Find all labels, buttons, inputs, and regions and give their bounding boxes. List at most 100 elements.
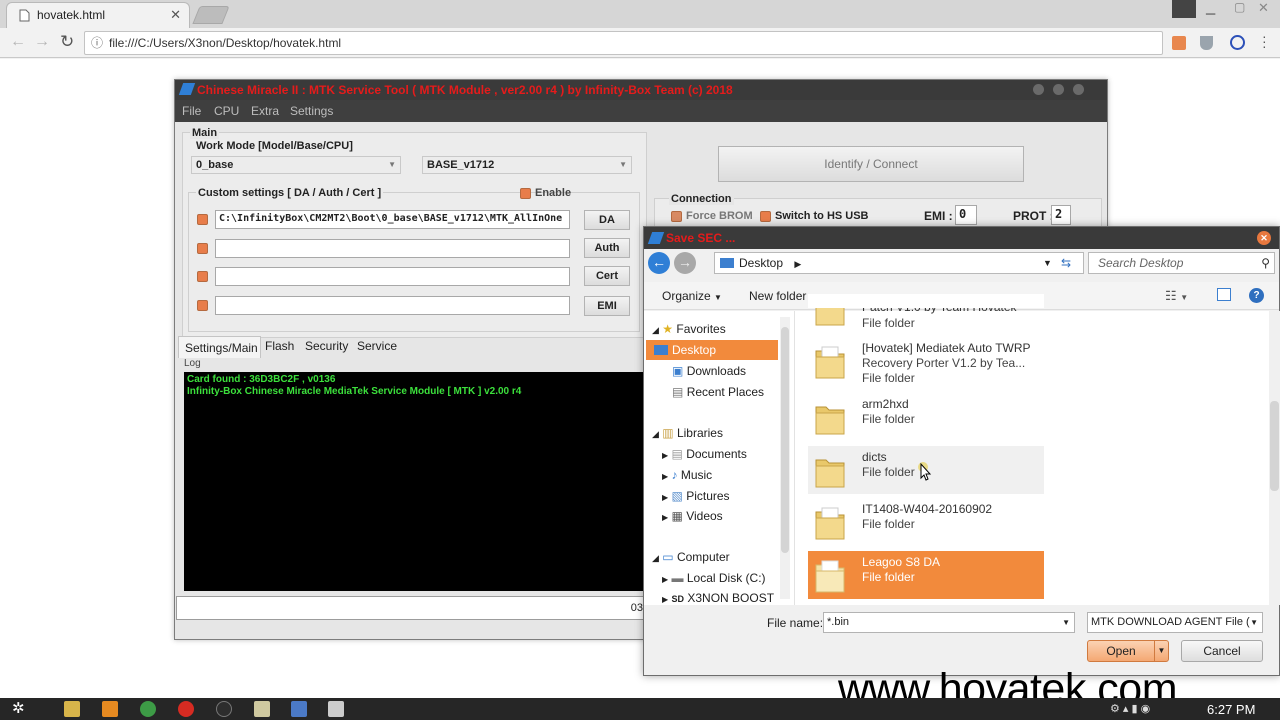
auth-button[interactable]: Auth: [584, 238, 630, 258]
tab-settings-main[interactable]: Settings/Main: [178, 336, 261, 358]
file-item[interactable]: IT1408-W404-20160902 File folder: [808, 498, 1044, 546]
organize-button[interactable]: Organize ▼: [662, 289, 722, 303]
nav-local-disk[interactable]: ▶ ▬ Local Disk (C:): [662, 568, 766, 588]
file-name-input[interactable]: *.bin ▼: [823, 612, 1075, 633]
nav-scroll-thumb[interactable]: [781, 327, 789, 553]
app-close-icon[interactable]: [1073, 84, 1084, 95]
nav-recent[interactable]: ▤ Recent Places: [672, 382, 764, 402]
nav-scrollbar[interactable]: [780, 317, 790, 599]
open-button[interactable]: Open ▼: [1087, 640, 1169, 662]
close-window-icon[interactable]: ✕: [1258, 0, 1269, 16]
emi-checkbox[interactable]: [197, 300, 208, 311]
chevron-right-icon: ▶: [662, 595, 669, 604]
da-path-input[interactable]: C:\InfinityBox\CM2MT2\Boot\0_base\BASE_v…: [215, 210, 570, 229]
nav-pictures-label: Pictures: [686, 489, 730, 503]
cert-path-input[interactable]: [215, 267, 570, 286]
help-icon[interactable]: ?: [1249, 288, 1264, 303]
menu-extra[interactable]: Extra: [251, 100, 279, 122]
enable-checkbox[interactable]: [520, 188, 531, 199]
dialog-close-icon[interactable]: ✕: [1257, 231, 1271, 245]
extension-icon[interactable]: [1172, 36, 1186, 50]
menu-file[interactable]: File: [182, 100, 201, 122]
nav-desktop[interactable]: Desktop: [646, 340, 778, 360]
app-minimize-icon[interactable]: [1033, 84, 1044, 95]
da-button[interactable]: DA: [584, 210, 630, 230]
cert-checkbox[interactable]: [197, 271, 208, 282]
nav-music[interactable]: ▶ ♪ Music: [662, 465, 712, 485]
file-item-hover[interactable]: dicts File folder: [808, 446, 1044, 494]
nav-libraries[interactable]: ◢ ▥ Libraries: [652, 423, 723, 443]
file-item[interactable]: [Hovatek] Mediatek Auto TWRP Recovery Po…: [808, 337, 1044, 389]
media-player-icon[interactable]: [102, 701, 118, 717]
tab-security[interactable]: Security: [305, 339, 348, 353]
file-type-select[interactable]: MTK DOWNLOAD AGENT File ( ▼: [1087, 612, 1263, 633]
tray-icons[interactable]: ⚙ ▴ ▮ ◉: [1110, 702, 1150, 715]
preview-pane-icon[interactable]: [1217, 288, 1231, 301]
emi-spin-input[interactable]: 0: [955, 205, 977, 225]
nav-downloads[interactable]: ▣ Downloads: [672, 361, 746, 381]
organize-label: Organize: [662, 289, 711, 303]
chevron-down-icon[interactable]: ▼: [1154, 641, 1168, 661]
browser-tab[interactable]: hovatek.html ✕: [6, 2, 190, 28]
location-bar[interactable]: Desktop ▶ ▼ ⇆: [714, 252, 1084, 274]
nav-videos[interactable]: ▶ ▦ Videos: [662, 506, 723, 526]
dialog-back-icon[interactable]: ←: [648, 252, 670, 274]
app2-icon[interactable]: [291, 701, 307, 717]
dialog-forward-icon[interactable]: →: [674, 252, 696, 274]
base-combo[interactable]: BASE_v1712 ▼: [422, 156, 632, 174]
file-item-selected[interactable]: Leagoo S8 DA File folder: [808, 551, 1044, 599]
notepad-icon[interactable]: [254, 701, 270, 717]
identify-connect-button[interactable]: Identify / Connect: [718, 146, 1024, 182]
refresh-icon[interactable]: ⇆: [1061, 253, 1071, 273]
shield-extension-icon[interactable]: [1200, 36, 1213, 50]
file-item[interactable]: arm2hxd File folder: [808, 393, 1044, 441]
nav-favorites[interactable]: ◢ ★ Favorites: [652, 319, 726, 339]
file-name-line2: Recovery Porter V1.2 by Tea...: [862, 356, 1026, 370]
address-bar[interactable]: ⓘ file:///C:/Users/X3non/Desktop/hovatek…: [84, 31, 1163, 55]
chevron-down-icon[interactable]: ▼: [1043, 253, 1052, 273]
maximize-icon[interactable]: ▢: [1234, 0, 1245, 14]
menu-cpu[interactable]: CPU: [214, 100, 239, 122]
nav-x3non[interactable]: ▶ SD X3NON BOOST: [662, 588, 774, 605]
forward-icon[interactable]: →: [34, 33, 50, 51]
file-scroll-thumb[interactable]: [1270, 401, 1279, 491]
emi-button[interactable]: EMI: [584, 296, 630, 316]
nav-pictures[interactable]: ▶ ▧ Pictures: [662, 486, 730, 506]
force-brom-checkbox[interactable]: [671, 211, 682, 222]
work-mode-combo[interactable]: 0_base ▼: [191, 156, 401, 174]
start-icon[interactable]: ✲: [12, 699, 25, 717]
emi-path-input[interactable]: [215, 296, 570, 315]
view-options-icon[interactable]: ☷ ▼: [1165, 288, 1188, 304]
chrome-icon[interactable]: [140, 701, 156, 717]
switch-hs-checkbox[interactable]: [760, 211, 771, 222]
nav-computer[interactable]: ◢ ▭ Computer: [652, 547, 730, 567]
prot-spin-input[interactable]: 2: [1051, 205, 1071, 225]
auth-checkbox[interactable]: [197, 243, 208, 254]
new-tab-button[interactable]: [192, 6, 230, 24]
chevron-down-icon[interactable]: ▼: [1062, 613, 1070, 632]
tab-service[interactable]: Service: [357, 339, 397, 353]
search-desktop-input[interactable]: Search Desktop ⚲: [1088, 252, 1275, 274]
cert-button[interactable]: Cert: [584, 266, 630, 286]
app-maximize-icon[interactable]: [1053, 84, 1064, 95]
file-name-label: File name:: [767, 616, 824, 630]
cancel-button[interactable]: Cancel: [1181, 640, 1263, 662]
reload-icon[interactable]: ↻: [60, 32, 74, 52]
menu-icon[interactable]: · · ·: [1262, 29, 1267, 53]
app-icon[interactable]: [216, 701, 232, 717]
auth-path-input[interactable]: [215, 239, 570, 258]
menu-settings[interactable]: Settings: [290, 100, 333, 122]
opera-icon[interactable]: [178, 701, 194, 717]
calculator-icon[interactable]: [328, 701, 344, 717]
explorer-icon[interactable]: [64, 701, 80, 717]
back-icon[interactable]: ←: [10, 33, 26, 51]
profile-icon[interactable]: [1172, 0, 1196, 18]
tab-flash[interactable]: Flash: [265, 339, 294, 353]
minimize-icon[interactable]: ▁: [1206, 1, 1215, 15]
file-scrollbar[interactable]: [1269, 311, 1280, 605]
new-folder-button[interactable]: New folder: [749, 289, 806, 303]
block-extension-icon[interactable]: [1230, 35, 1245, 50]
tab-close-icon[interactable]: ✕: [170, 3, 181, 27]
nav-documents[interactable]: ▶ ▤ Documents: [662, 444, 747, 464]
da-checkbox[interactable]: [197, 214, 208, 225]
